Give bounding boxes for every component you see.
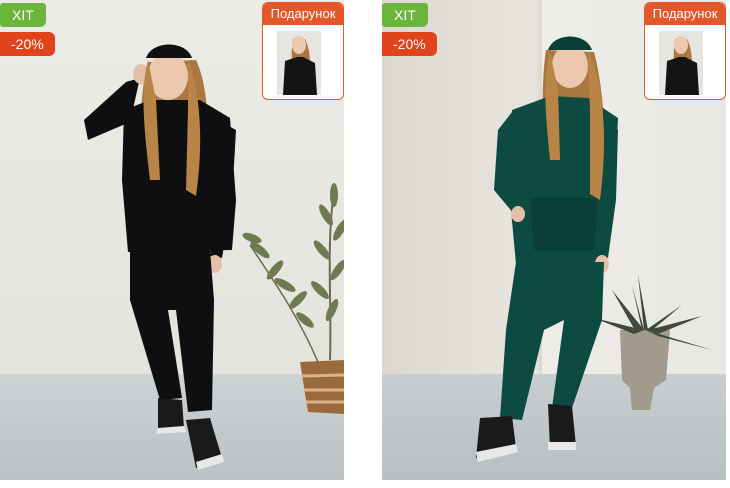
gift-thumbnail (277, 31, 321, 95)
hit-badge: ХІТ (0, 3, 46, 27)
gift-label: Подарунок (263, 3, 343, 25)
product-card-1[interactable]: ХІТ -20% Подарунок (0, 0, 344, 480)
product-card-2[interactable]: ХІТ -20% Подарунок (382, 0, 726, 480)
gift-label: Подарунок (645, 3, 725, 25)
discount-badge: -20% (0, 32, 55, 56)
hit-badge: ХІТ (382, 3, 428, 27)
gift-badge[interactable]: Подарунок (644, 2, 726, 100)
gift-thumbnail (659, 31, 703, 95)
gift-badge[interactable]: Подарунок (262, 2, 344, 100)
discount-badge: -20% (382, 32, 437, 56)
